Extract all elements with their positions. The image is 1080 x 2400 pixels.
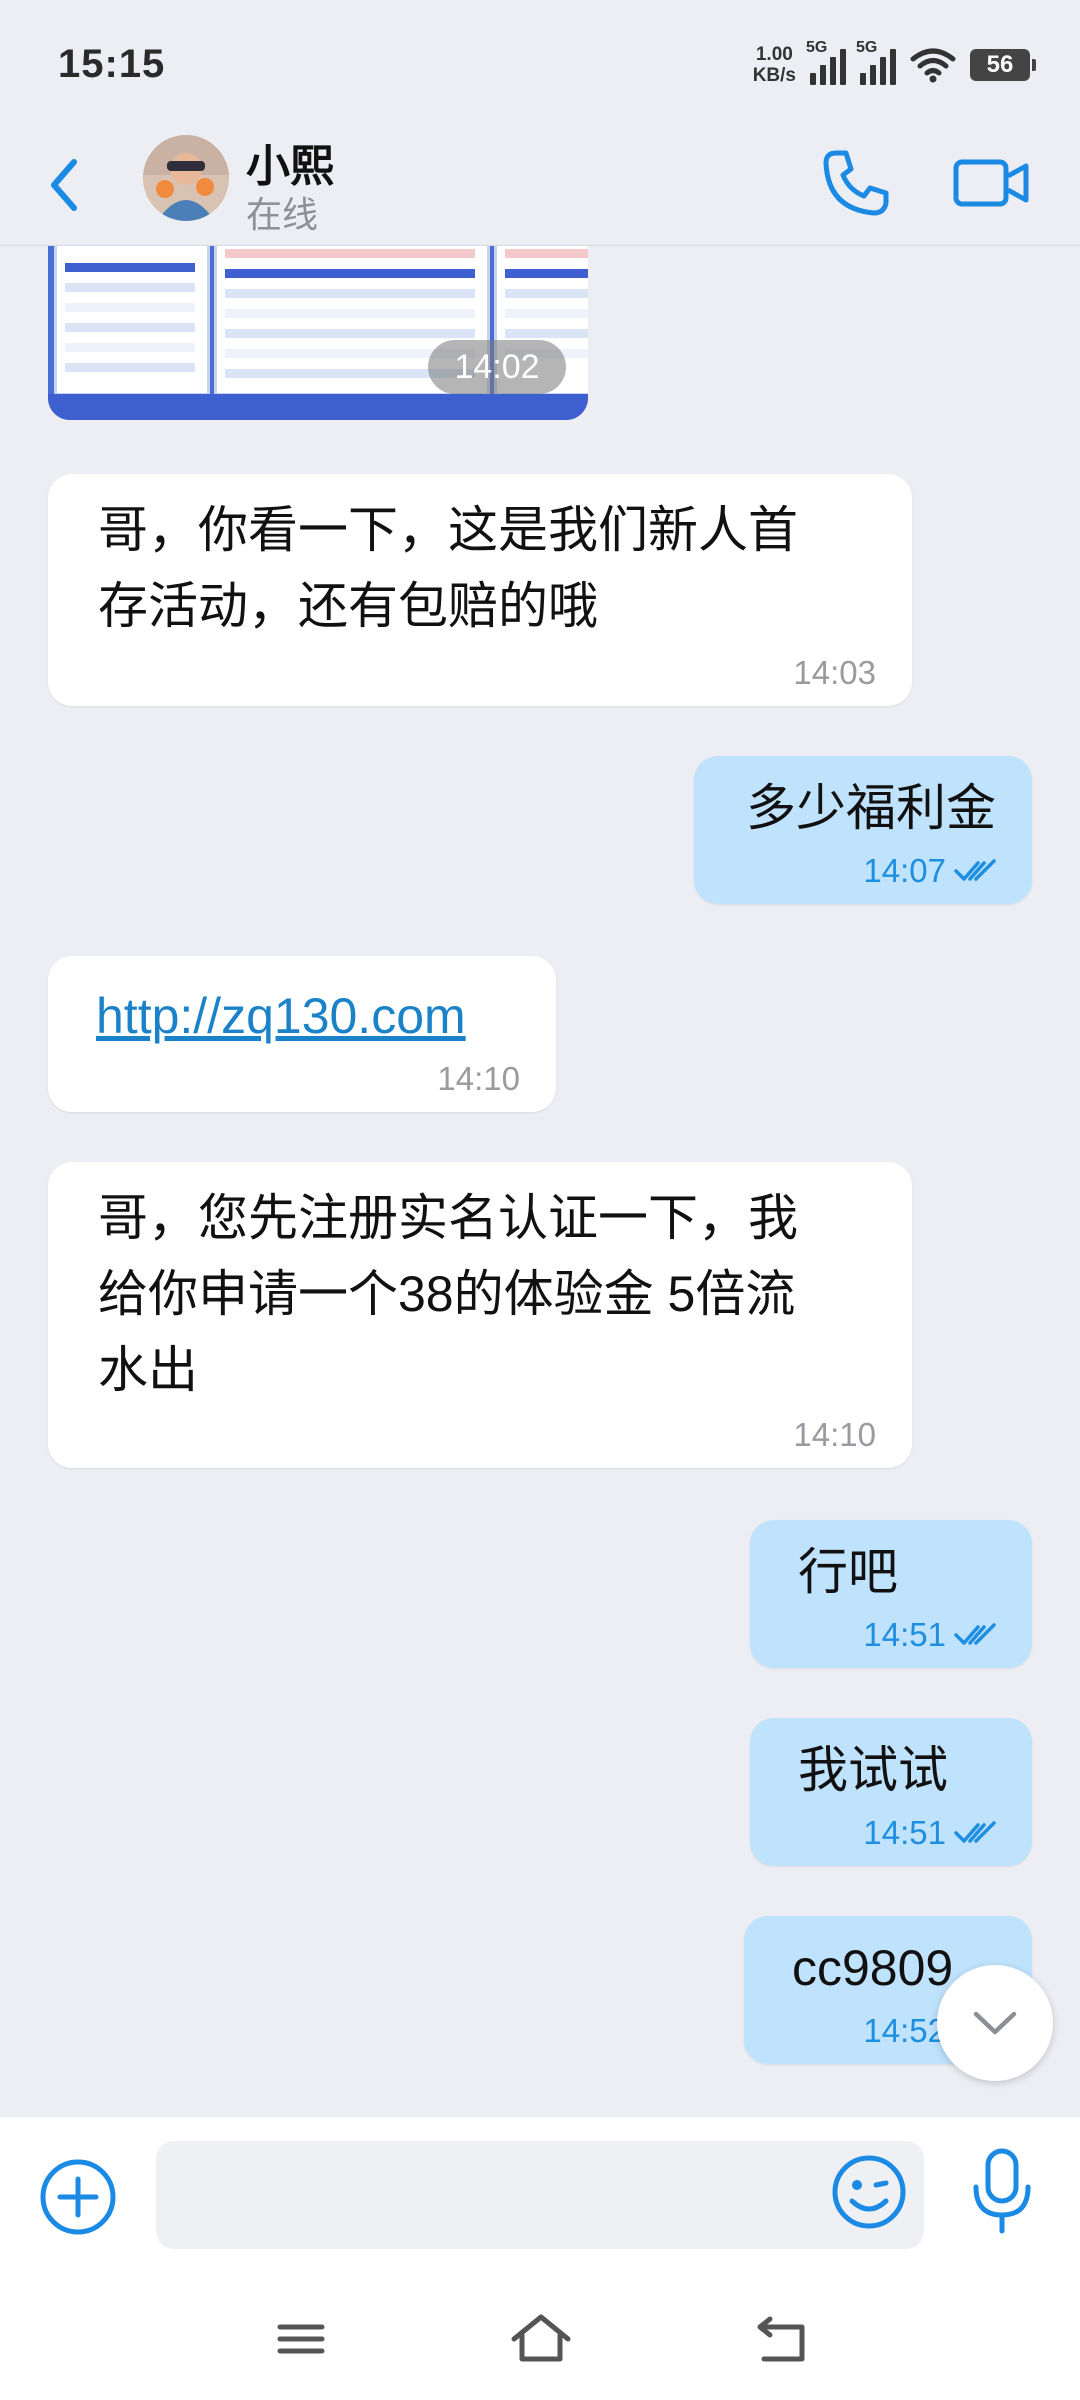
double-check-icon xyxy=(954,859,996,881)
message-input-bar xyxy=(0,2117,1080,2287)
image-panel xyxy=(54,246,210,396)
emoji-icon[interactable] xyxy=(830,2153,908,2231)
image-timestamp: 14:02 xyxy=(428,340,566,394)
wifi-icon xyxy=(910,48,956,83)
message-time: 14:03 xyxy=(793,654,876,691)
microphone-icon[interactable] xyxy=(970,2147,1034,2237)
signal-sim1-icon: 5G xyxy=(806,39,846,85)
battery-icon: 56 xyxy=(970,49,1036,81)
incoming-link-message[interactable]: http://zq130.com 14:10 xyxy=(48,956,556,1112)
message-text: 我试试 xyxy=(798,1742,948,1798)
contact-name[interactable]: 小熙 xyxy=(246,130,334,194)
status-bar: 15:15 1.00 KB/s 5G 5G 56 xyxy=(0,0,1080,130)
menu-icon[interactable] xyxy=(266,2309,336,2369)
message-text: 行吧 xyxy=(798,1544,898,1600)
chat-header: 小熙 在线 xyxy=(0,130,1080,246)
plus-icon[interactable] xyxy=(38,2157,118,2237)
image-caption-strip xyxy=(48,394,588,420)
double-check-icon xyxy=(954,1623,996,1645)
message-meta: 14:51 xyxy=(863,1814,996,1852)
outgoing-message[interactable]: 多少福利金 14:07 xyxy=(694,756,1032,904)
incoming-message[interactable]: 哥，你看一下，这是我们新人首 存活动，还有包赔的哦 14:03 xyxy=(48,474,912,706)
outgoing-message[interactable]: 行吧 14:51 xyxy=(750,1520,1032,1668)
network-speed: 1.00 KB/s xyxy=(752,44,796,86)
message-time: 14:10 xyxy=(437,1060,520,1097)
back-arrow-icon[interactable] xyxy=(40,150,90,220)
signal-sim2-icon: 5G xyxy=(856,39,896,85)
chevron-down-icon xyxy=(973,2011,1017,2035)
image-message[interactable]: 14:02 xyxy=(48,246,588,420)
message-text: 多少福利金 xyxy=(746,780,996,836)
message-meta: 14:51 xyxy=(863,1616,996,1654)
home-icon[interactable] xyxy=(506,2309,576,2369)
scroll-to-bottom-button[interactable] xyxy=(937,1965,1053,2081)
system-nav-bar xyxy=(0,2287,1080,2400)
phone-icon[interactable] xyxy=(818,145,894,221)
outgoing-message[interactable]: 我试试 14:51 xyxy=(750,1718,1032,1866)
video-camera-icon[interactable] xyxy=(952,150,1032,216)
message-text: cc9809 xyxy=(792,1940,954,1996)
incoming-message[interactable]: 哥，您先注册实名认证一下，我 给你申请一个38的体验金 5倍流 水出 14:10 xyxy=(48,1162,912,1468)
message-input[interactable] xyxy=(156,2141,924,2249)
message-text: 哥，你看一下，这是我们新人首 存活动，还有包赔的哦 xyxy=(98,502,798,634)
back-icon[interactable] xyxy=(746,2309,816,2369)
message-meta: 14:07 xyxy=(863,852,996,890)
avatar[interactable] xyxy=(143,135,229,221)
message-text: 哥，您先注册实名认证一下，我 给你申请一个38的体验金 5倍流 水出 xyxy=(98,1190,798,1398)
status-icons: 1.00 KB/s 5G 5G 56 xyxy=(752,39,1036,90)
presence-status: 在线 xyxy=(246,194,319,235)
message-list[interactable]: 14:02 哥，你看一下，这是我们新人首 存活动，还有包赔的哦 14:03 多少… xyxy=(0,246,1080,2116)
message-time: 14:10 xyxy=(793,1416,876,1453)
message-link[interactable]: http://zq130.com xyxy=(96,978,466,1054)
double-check-icon xyxy=(954,1821,996,1843)
status-time: 15:15 xyxy=(58,42,166,86)
